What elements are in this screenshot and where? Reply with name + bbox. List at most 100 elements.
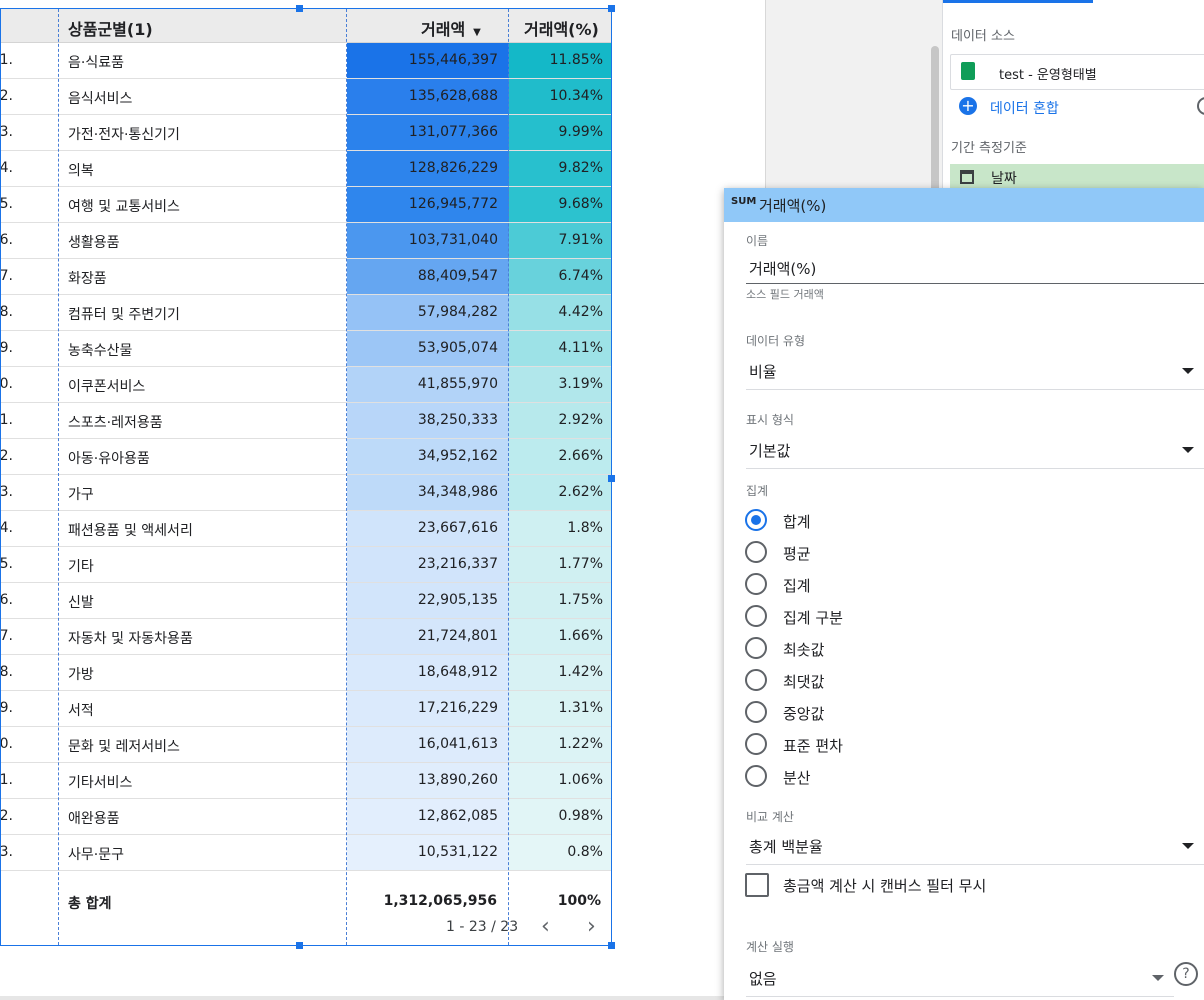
aggregation-badge: SUM xyxy=(731,196,757,207)
aggregation-radio[interactable] xyxy=(745,669,767,691)
table-row[interactable]: 4. 의복 128,826,229 9.82% xyxy=(1,151,611,187)
percent-value: 1.42% xyxy=(558,664,603,680)
header-amount-label: 거래액 xyxy=(421,20,466,39)
data-table[interactable]: 상품군별(1) 거래액 ▼ 거래액(%) 1. 음·식료품 155,446,397 11… xyxy=(0,8,612,946)
comparison-dropdown-icon[interactable] xyxy=(1182,843,1194,849)
table-row[interactable]: 23. 사무·문구 10,531,122 0.8% xyxy=(1,835,611,871)
table-row[interactable]: 9. 농축수산물 53,905,074 4.11% xyxy=(1,331,611,367)
prev-page-icon[interactable]: ‹ xyxy=(541,914,550,939)
ignore-filter-checkbox[interactable] xyxy=(745,873,769,897)
amount-cell: 128,826,229 xyxy=(347,151,509,186)
resize-handle-bottom-right[interactable] xyxy=(608,942,615,949)
amount-value: 17,216,229 xyxy=(417,700,498,716)
comparison-select[interactable]: 총계 백분율 xyxy=(749,836,823,857)
category-cell: 가방 xyxy=(68,667,94,683)
table-row[interactable]: 1. 음·식료품 155,446,397 11.85% xyxy=(1,43,611,79)
comparison-underline xyxy=(746,864,1204,865)
row-number: 21. xyxy=(1,772,13,788)
amount-cell: 131,077,366 xyxy=(347,115,509,150)
table-row[interactable]: 7. 화장품 88,409,547 6.74% xyxy=(1,259,611,295)
table-row[interactable]: 2. 음식서비스 135,628,688 10.34% xyxy=(1,79,611,115)
table-row[interactable]: 3. 가전·전자·통신기기 131,077,366 9.99% xyxy=(1,115,611,151)
table-row[interactable]: 12. 아동·유아용품 34,952,162 2.66% xyxy=(1,439,611,475)
table-row[interactable]: 6. 생활용품 103,731,040 7.91% xyxy=(1,223,611,259)
aggregation-radio[interactable] xyxy=(745,765,767,787)
table-row[interactable]: 20. 문화 및 레저서비스 16,041,613 1.22% xyxy=(1,727,611,763)
category-cell: 서적 xyxy=(68,703,94,719)
resize-handle-right[interactable] xyxy=(608,475,615,482)
table-row[interactable]: 17. 자동차 및 자동차용품 21,724,801 1.66% xyxy=(1,619,611,655)
display-format-underline xyxy=(746,468,1204,469)
percent-cell: 1.66% xyxy=(509,619,611,654)
table-row[interactable]: 19. 서적 17,216,229 1.31% xyxy=(1,691,611,727)
amount-value: 13,890,260 xyxy=(417,772,498,788)
table-row[interactable]: 5. 여행 및 교통서비스 126,945,772 9.68% xyxy=(1,187,611,223)
resize-handle-bottom[interactable] xyxy=(296,942,303,949)
percent-cell: 1.8% xyxy=(509,511,611,546)
row-number: 12. xyxy=(1,448,13,464)
table-row[interactable]: 8. 컴퓨터 및 주변기기 57,984,282 4.42% xyxy=(1,295,611,331)
running-calc-dropdown-icon[interactable] xyxy=(1152,975,1164,981)
aggregation-radio[interactable] xyxy=(745,605,767,627)
table-row[interactable]: 21. 기타서비스 13,890,260 1.06% xyxy=(1,763,611,799)
resize-handle-top[interactable] xyxy=(296,5,303,12)
column-divider xyxy=(58,9,59,945)
table-row[interactable]: 11. 스포츠·레저용품 38,250,333 2.92% xyxy=(1,403,611,439)
amount-cell: 103,731,040 xyxy=(347,223,509,258)
table-row[interactable]: 16. 신발 22,905,135 1.75% xyxy=(1,583,611,619)
header-category[interactable]: 상품군별(1) xyxy=(68,16,153,40)
amount-cell: 18,648,912 xyxy=(347,655,509,690)
blend-data-button[interactable]: 데이터 혼합 xyxy=(990,98,1059,118)
category-cell: 생활용품 xyxy=(68,235,120,251)
aggregation-radio[interactable] xyxy=(745,637,767,659)
table-row[interactable]: 22. 애완용품 12,862,085 0.98% xyxy=(1,799,611,835)
aggregation-radio[interactable] xyxy=(745,541,767,563)
amount-value: 34,952,162 xyxy=(417,448,498,464)
resize-handle-top-right[interactable] xyxy=(608,5,615,12)
table-row[interactable]: 18. 가방 18,648,912 1.42% xyxy=(1,655,611,691)
amount-cell: 10,531,122 xyxy=(347,835,509,870)
percent-value: 1.75% xyxy=(558,592,603,608)
help-icon[interactable] xyxy=(1197,97,1204,115)
next-page-icon[interactable]: › xyxy=(587,914,596,939)
header-amount[interactable]: 거래액 ▼ xyxy=(421,16,481,40)
category-cell: 패션용품 및 액세서리 xyxy=(68,523,193,539)
sort-desc-icon[interactable]: ▼ xyxy=(473,27,481,38)
table-row[interactable]: 13. 가구 34,348,986 2.62% xyxy=(1,475,611,511)
amount-cell: 16,041,613 xyxy=(347,727,509,762)
amount-cell: 155,446,397 xyxy=(347,43,509,78)
properties-panel: 데이터 소스 test - 운영형태별 + 데이터 혼합 기간 측정기준 날짜 xyxy=(931,0,1204,246)
aggregation-radio[interactable] xyxy=(745,509,767,531)
amount-value: 41,855,970 xyxy=(417,376,498,392)
amount-cell: 38,250,333 xyxy=(347,403,509,438)
percent-value: 2.92% xyxy=(558,412,603,428)
name-input[interactable]: 거래액(%) xyxy=(749,258,816,279)
amount-cell: 126,945,772 xyxy=(347,187,509,222)
data-type-select[interactable]: 비율 xyxy=(749,361,777,382)
percent-cell: 1.75% xyxy=(509,583,611,618)
aggregation-option-label: 합계 xyxy=(783,513,811,531)
header-percent[interactable]: 거래액(%) xyxy=(524,16,599,40)
aggregation-radio[interactable] xyxy=(745,573,767,595)
row-number: 20. xyxy=(1,736,13,752)
display-format-dropdown-icon[interactable] xyxy=(1182,447,1194,453)
aggregation-radio[interactable] xyxy=(745,701,767,723)
table-row[interactable]: 15. 기타 23,216,337 1.77% xyxy=(1,547,611,583)
percent-cell: 9.99% xyxy=(509,115,611,150)
amount-value: 16,041,613 xyxy=(417,736,498,752)
display-format-select[interactable]: 기본값 xyxy=(749,440,790,461)
percent-cell: 1.31% xyxy=(509,691,611,726)
data-type-dropdown-icon[interactable] xyxy=(1182,368,1194,374)
running-calc-select[interactable]: 없음 xyxy=(749,968,777,989)
amount-cell: 135,628,688 xyxy=(347,79,509,114)
row-number: 6. xyxy=(1,232,13,248)
percent-cell: 0.8% xyxy=(509,835,611,870)
total-row: 총 합계 1,312,065,956 100% xyxy=(1,879,611,923)
percent-cell: 6.74% xyxy=(509,259,611,294)
data-source-chip[interactable]: test - 운영형태별 xyxy=(950,54,1204,90)
help-icon[interactable]: ? xyxy=(1174,962,1198,986)
table-row[interactable]: 14. 패션용품 및 액세서리 23,667,616 1.8% xyxy=(1,511,611,547)
display-format-label: 표시 형식 xyxy=(746,413,794,427)
aggregation-radio[interactable] xyxy=(745,733,767,755)
table-row[interactable]: 10. 이쿠폰서비스 41,855,970 3.19% xyxy=(1,367,611,403)
